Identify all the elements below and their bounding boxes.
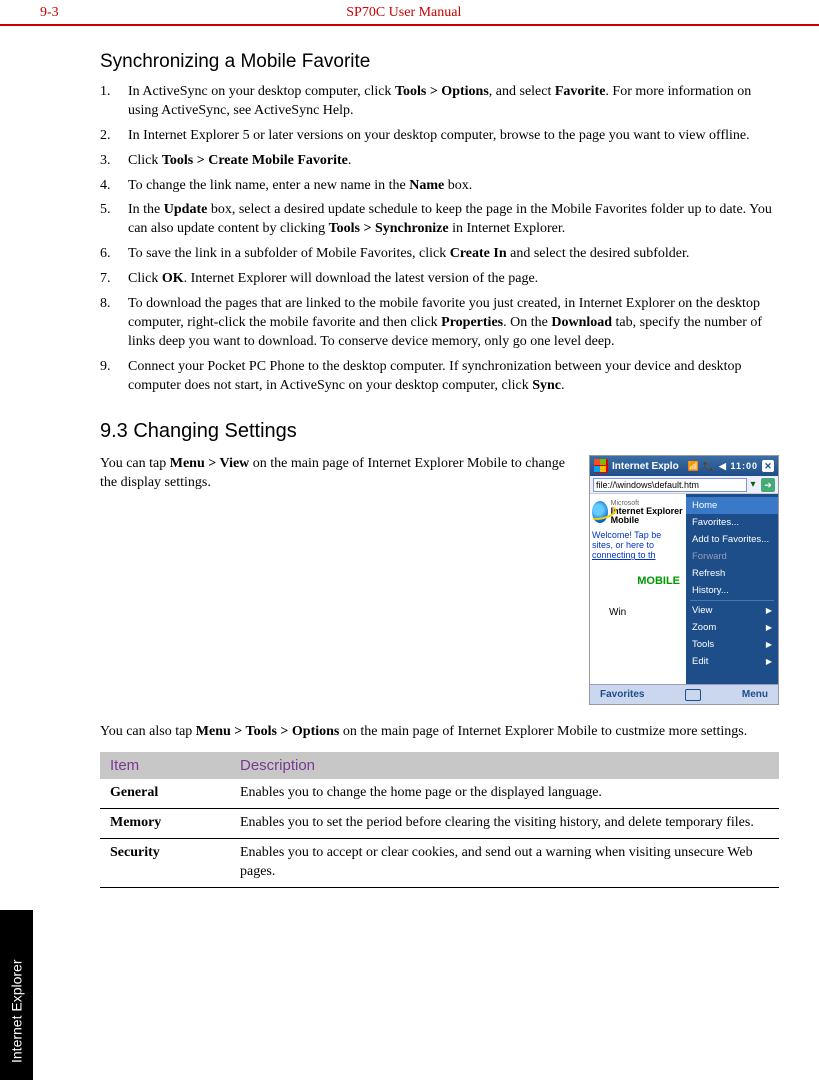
menu-item[interactable]: Edit▶ — [686, 653, 778, 670]
menu-item[interactable]: Tools▶ — [686, 636, 778, 653]
close-icon: ✕ — [762, 460, 774, 472]
go-icon: ➜ — [761, 478, 775, 492]
menu-item[interactable]: Refresh — [686, 565, 778, 582]
windows-logo: Win — [592, 605, 684, 619]
col-item: Item — [100, 752, 230, 779]
step-item: 1.In ActiveSync on your desktop computer… — [100, 83, 779, 121]
page-header: 9-3 SP70C User Manual — [0, 0, 819, 26]
step-item: 6.To save the link in a subfolder of Mob… — [100, 245, 779, 264]
options-paragraph: You can also tap Menu > Tools > Options … — [100, 723, 779, 742]
ie-logo-icon — [592, 501, 608, 523]
mobile-label: MOBILE — [592, 575, 680, 587]
table-row: SecurityEnables you to accept or clear c… — [100, 839, 779, 888]
device-titlebar: Internet Explo 📶 📞 ◀ 11:00 ✕ — [590, 456, 778, 476]
step-item: 2.In Internet Explorer 5 or later versio… — [100, 127, 779, 146]
menu-item[interactable]: Forward — [686, 548, 778, 565]
menu-item[interactable]: Home — [686, 497, 778, 514]
status-icons: 📶 📞 ◀ 11:00 — [688, 461, 758, 472]
col-description: Description — [230, 752, 779, 779]
device-screenshot: Internet Explo 📶 📞 ◀ 11:00 ✕ file://\win… — [589, 455, 779, 705]
table-row: GeneralEnables you to change the home pa… — [100, 779, 779, 808]
manual-title: SP70C User Manual — [59, 5, 749, 21]
table-row: MemoryEnables you to set the period befo… — [100, 809, 779, 839]
menu-item[interactable]: History... — [686, 582, 778, 599]
step-item: 8.To download the pages that are linked … — [100, 295, 779, 352]
step-item: 7.Click OK. Internet Explorer will downl… — [100, 270, 779, 289]
softkey-left[interactable]: Favorites — [600, 689, 644, 700]
url-field[interactable]: file://\windows\default.htm — [593, 478, 747, 492]
menu-item[interactable]: Zoom▶ — [686, 619, 778, 636]
welcome-text: Welcome! Tap be sites, or here to connec… — [592, 531, 684, 561]
windows-start-icon — [594, 459, 608, 473]
menu-item[interactable]: Add to Favorites... — [686, 531, 778, 548]
section-heading: 9.3 Changing Settings — [100, 420, 779, 443]
address-bar: file://\windows\default.htm ▾ ➜ — [590, 476, 778, 494]
page-content: Synchronizing a Mobile Favorite 1.In Act… — [0, 26, 819, 888]
steps-list: 1.In ActiveSync on your desktop computer… — [100, 83, 779, 395]
menu-item[interactable]: Favorites... — [686, 514, 778, 531]
keyboard-icon — [685, 689, 701, 701]
app-title: Internet Explo — [612, 461, 679, 472]
menu-item[interactable]: View▶ — [686, 602, 778, 619]
softkey-right[interactable]: Menu — [742, 689, 768, 700]
chapter-tab: Internet Explorer — [0, 910, 33, 1080]
ie-brand: MicrosoftInternet Explorer Mobile — [592, 498, 684, 525]
step-item: 4.To change the link name, enter a new n… — [100, 177, 779, 196]
device-softkeys: Favorites Menu — [590, 684, 778, 704]
step-item: 3.Click Tools > Create Mobile Favorite. — [100, 152, 779, 171]
intro-paragraph: You can tap Menu > View on the main page… — [100, 455, 569, 705]
options-table: Item Description GeneralEnables you to c… — [100, 752, 779, 888]
step-item: 5.In the Update box, select a desired up… — [100, 201, 779, 239]
section-title: Synchronizing a Mobile Favorite — [100, 51, 779, 73]
dropdown-icon: ▾ — [747, 479, 759, 490]
context-menu: HomeFavorites...Add to Favorites...Forwa… — [686, 494, 778, 684]
step-item: 9.Connect your Pocket PC Phone to the de… — [100, 358, 779, 396]
page-number: 9-3 — [40, 5, 59, 21]
